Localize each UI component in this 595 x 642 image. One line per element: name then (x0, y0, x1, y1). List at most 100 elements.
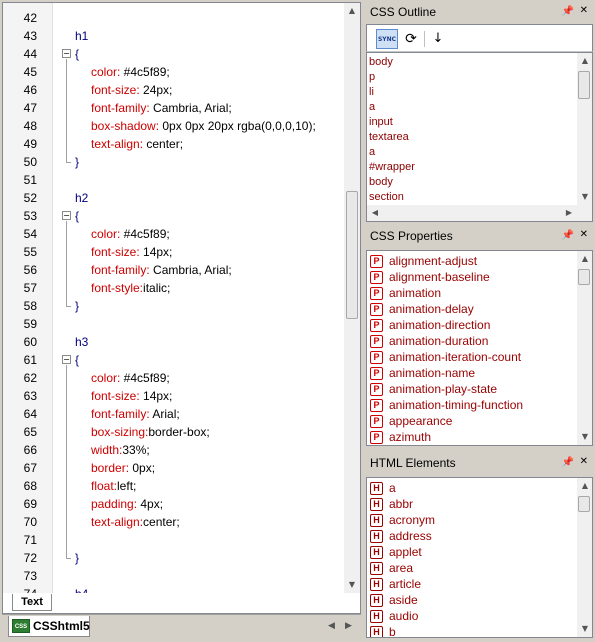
code-line[interactable]: 44 { (3, 45, 343, 63)
code-line[interactable]: 62 color: #4c5f89; (3, 369, 343, 387)
fold-toggle-icon[interactable]: − (62, 49, 71, 58)
refresh-icon[interactable]: ⟳ (402, 29, 420, 49)
code-line[interactable]: 70 text-align:center; (3, 513, 343, 531)
code-line[interactable]: 47 font-family: Cambria, Arial; (3, 99, 343, 117)
code-line[interactable]: 63 font-size: 14px; (3, 387, 343, 405)
code-area[interactable]: 42 43 h1 44{−45 color: #4c5f89; 46 font-size: … (3, 3, 343, 593)
pin-icon[interactable]: 📌 (562, 457, 574, 468)
css-declaration: font-family: Cambria, Arial; (91, 261, 232, 279)
outline-item[interactable]: p (369, 70, 375, 85)
code-line[interactable]: 74 h4 (3, 585, 343, 593)
close-icon[interactable]: ✕ (580, 456, 588, 467)
outline-item[interactable]: a (369, 100, 375, 115)
tab-scroll-left-icon[interactable]: ◀ (328, 621, 335, 631)
code-line[interactable]: 57 font-style:italic; (3, 279, 343, 297)
scrollbar-thumb[interactable] (346, 191, 358, 319)
code-line[interactable]: 67 border: 0px; (3, 459, 343, 477)
scrollbar-thumb[interactable] (578, 269, 590, 285)
editor-vertical-scrollbar[interactable]: ▲ ▼ (344, 3, 360, 593)
scroll-up-icon[interactable]: ▲ (344, 3, 360, 19)
tab-document[interactable]: CSS CSShtml5 (8, 616, 90, 637)
code-line[interactable]: 49 text-align: center; (3, 135, 343, 153)
brace: } (75, 155, 80, 169)
code-line[interactable]: 59 (3, 315, 343, 333)
code-line[interactable]: 69 padding: 4px; (3, 495, 343, 513)
code-line[interactable]: 73 (3, 567, 343, 585)
elements-scrollbar[interactable]: ▲ ▼ (577, 478, 592, 637)
outline-item[interactable]: textarea (369, 130, 409, 145)
outline-scrollbar[interactable]: ▲ ▼ (577, 53, 592, 205)
code-line[interactable]: 50} (3, 153, 343, 171)
outline-item[interactable]: input (369, 115, 393, 130)
code-line[interactable]: 68 float:left; (3, 477, 343, 495)
code-line[interactable]: 61 { (3, 351, 343, 369)
outline-item[interactable]: #wrapper (369, 160, 415, 175)
line-number: 65 (23, 425, 37, 439)
outline-list[interactable]: ▲ ▼ ◀ ▶ body p li a input textarea a #wrapper bo… (366, 52, 593, 222)
fold-toggle-icon[interactable]: − (62, 211, 71, 220)
code-line[interactable]: 51 (3, 171, 343, 189)
code-editor[interactable]: 42 43 h1 44{−45 color: #4c5f89; 46 font-size: … (2, 2, 361, 614)
outline-item[interactable]: body (369, 175, 393, 190)
pin-icon[interactable]: 📌 (562, 230, 574, 241)
scroll-down-icon[interactable]: ▼ (577, 189, 592, 205)
css-declaration: color: #4c5f89; (91, 369, 170, 387)
brace: } (75, 551, 80, 565)
tab-scroll-right-icon[interactable]: ▶ (345, 621, 352, 631)
property-icon: P (370, 303, 383, 316)
scrollbar-thumb[interactable] (578, 496, 590, 512)
pin-icon[interactable]: 📌 (562, 6, 574, 17)
tab-text-view[interactable]: Text (12, 594, 52, 611)
code-line[interactable]: 54 color: #4c5f89; (3, 225, 343, 243)
code-line[interactable]: 45 color: #4c5f89; (3, 63, 343, 81)
css-declaration: font-family: Arial; (91, 405, 180, 423)
scroll-right-icon[interactable]: ▶ (561, 205, 577, 221)
code-line[interactable]: 52 h2 (3, 189, 343, 207)
css-declaration: text-align:center; (91, 513, 180, 531)
code-line[interactable]: 43 h1 (3, 27, 343, 45)
code-line[interactable]: 65 box-sizing:border-box; (3, 423, 343, 441)
properties-scrollbar[interactable]: ▲ ▼ (577, 251, 592, 445)
css-property-name: text-align: (91, 137, 144, 151)
line-number: 49 (23, 137, 37, 151)
close-icon[interactable]: ✕ (580, 5, 588, 16)
property-icon: P (370, 319, 383, 332)
elements-list[interactable]: ▲ ▼ Ha Habbr Hacronym Haddress Happlet Harea H… (366, 477, 593, 638)
scroll-down-icon[interactable]: ▼ (344, 577, 360, 593)
scroll-down-icon[interactable]: ▼ (577, 621, 592, 637)
outline-item[interactable]: li (369, 85, 374, 100)
scroll-up-icon[interactable]: ▲ (577, 478, 592, 494)
outline-item[interactable]: a (369, 145, 375, 160)
code-line[interactable]: 56 font-family: Cambria, Arial; (3, 261, 343, 279)
scrollbar-thumb[interactable] (578, 71, 590, 99)
scroll-up-icon[interactable]: ▲ (577, 251, 592, 267)
sort-az-icon[interactable]: ↓ (429, 29, 447, 49)
outline-item[interactable]: section (369, 190, 404, 205)
close-icon[interactable]: ✕ (580, 229, 588, 240)
scroll-down-icon[interactable]: ▼ (577, 429, 592, 445)
code-line[interactable]: 48 box-shadow: 0px 0px 20px rgba(0,0,0,10… (3, 117, 343, 135)
line-number: 71 (23, 533, 37, 547)
code-line[interactable]: 66 width:33%; (3, 441, 343, 459)
outline-horizontal-scrollbar[interactable]: ◀ ▶ (367, 205, 592, 221)
code-line[interactable]: 58} (3, 297, 343, 315)
css-selector: h3 (75, 335, 89, 349)
sync-icon[interactable]: SYNC (376, 29, 398, 49)
code-line[interactable]: 46 font-size: 24px; (3, 81, 343, 99)
code-line[interactable]: 72} (3, 549, 343, 567)
code-line[interactable]: 60 h3 (3, 333, 343, 351)
css-declaration: padding: 4px; (91, 495, 163, 513)
code-line[interactable]: 55 font-size: 14px; (3, 243, 343, 261)
code-line[interactable]: 71 (3, 531, 343, 549)
html-element-icon: H (370, 530, 383, 543)
fold-toggle-icon[interactable]: − (62, 355, 71, 364)
scroll-left-icon[interactable]: ◀ (367, 205, 383, 221)
code-line[interactable]: 64 font-family: Arial; (3, 405, 343, 423)
css-property-value: border-box; (148, 425, 210, 439)
properties-list[interactable]: ▲ ▼ Palignment-adjust Palignment-baseline… (366, 250, 593, 446)
outline-item[interactable]: body (369, 55, 393, 70)
code-line[interactable]: 42 (3, 9, 343, 27)
scroll-up-icon[interactable]: ▲ (577, 53, 592, 69)
property-item-label: appearance (389, 414, 453, 428)
code-line[interactable]: 53 { (3, 207, 343, 225)
